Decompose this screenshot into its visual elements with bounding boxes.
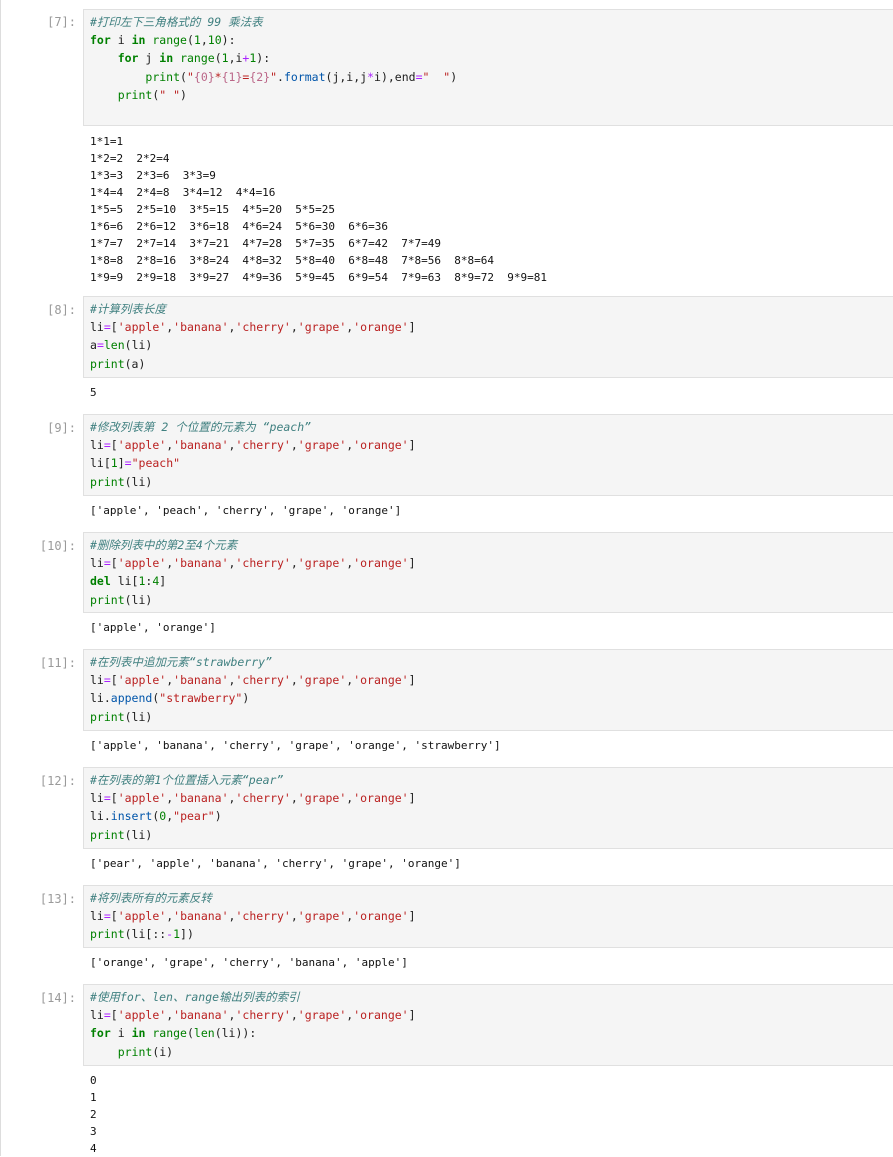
cell-output: ['apple', 'banana', 'cherry', 'grape', '… bbox=[90, 739, 501, 752]
code-comment: #在列表中追加元素“strawberry” bbox=[90, 655, 273, 669]
cell-output: ['orange', 'grape', 'cherry', 'banana', … bbox=[90, 956, 408, 969]
code-input[interactable]: #在列表的第1个位置插入元素“pear” li=['apple','banana… bbox=[83, 767, 893, 849]
cell-output: 5 bbox=[90, 386, 97, 399]
code-input[interactable]: #计算列表长度 li=['apple','banana','cherry','g… bbox=[83, 296, 893, 378]
code-comment: #在列表的第1个位置插入元素“pear” bbox=[90, 773, 284, 787]
code-input[interactable]: #修改列表第 2 个位置的元素为 “peach” li=['apple','ba… bbox=[83, 414, 893, 496]
cell-prompt: [10]: bbox=[39, 539, 76, 553]
code-input[interactable]: #将列表所有的元素反转 li=['apple','banana','cherry… bbox=[83, 885, 893, 948]
cell-output: ['pear', 'apple', 'banana', 'cherry', 'g… bbox=[90, 857, 461, 870]
cell-prompt: [9]: bbox=[47, 421, 76, 435]
cell-output: ['apple', 'peach', 'cherry', 'grape', 'o… bbox=[90, 504, 402, 517]
code-input[interactable]: #打印左下三角格式的 99 乘法表 for i in range(1,10): … bbox=[83, 9, 893, 126]
cell-output: 0 1 2 3 4 bbox=[90, 1074, 97, 1155]
code-comment: #计算列表长度 bbox=[90, 302, 166, 316]
cell-prompt: [11]: bbox=[39, 656, 76, 670]
code-comment: #删除列表中的第2至4个元素 bbox=[90, 538, 238, 552]
cell-prompt: [14]: bbox=[39, 991, 76, 1005]
cell-prompt: [7]: bbox=[47, 15, 76, 29]
cell-prompt: [12]: bbox=[39, 774, 76, 788]
code-input[interactable]: #使用for、len、range输出列表的索引 li=['apple','ban… bbox=[83, 984, 893, 1066]
cell-output: 1*1=1 1*2=2 2*2=4 1*3=3 2*3=6 3*3=9 1*4=… bbox=[90, 135, 547, 284]
code-comment: #修改列表第 2 个位置的元素为 “peach” bbox=[90, 420, 312, 434]
code-comment: #使用for、len、range输出列表的索引 bbox=[90, 990, 300, 1004]
code-comment: #将列表所有的元素反转 bbox=[90, 891, 212, 905]
notebook-left-border bbox=[0, 0, 1, 1156]
code-input[interactable]: #在列表中追加元素“strawberry” li=['apple','banan… bbox=[83, 649, 893, 731]
code-comment: #打印左下三角格式的 99 乘法表 bbox=[90, 15, 263, 29]
cell-prompt: [8]: bbox=[47, 303, 76, 317]
cell-output: ['apple', 'orange'] bbox=[90, 621, 216, 634]
cell-prompt: [13]: bbox=[39, 892, 76, 906]
code-input[interactable]: #删除列表中的第2至4个元素 li=['apple','banana','che… bbox=[83, 532, 893, 613]
